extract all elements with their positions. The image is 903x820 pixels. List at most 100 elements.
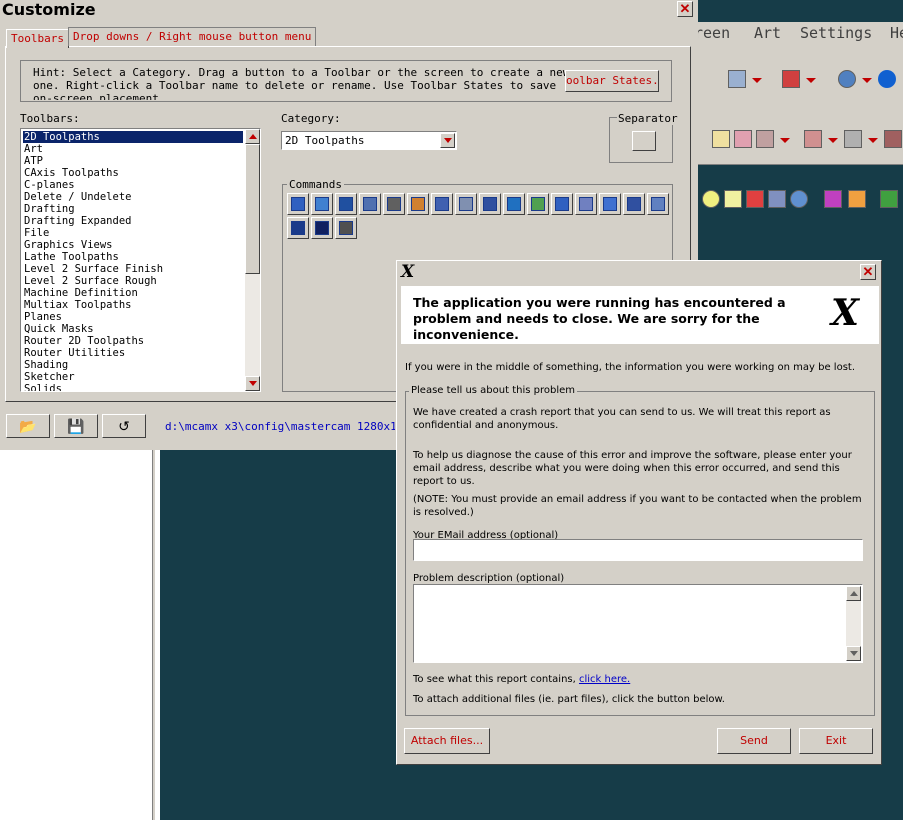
toolbar-list-item[interactable]: Sketcher bbox=[23, 371, 243, 383]
toolbars-list[interactable]: 2D Toolpaths Art ATP CAxis Toolpaths C-plane… bbox=[20, 128, 261, 392]
dropdown-arrow-icon[interactable] bbox=[828, 138, 838, 143]
slot-mill-icon bbox=[483, 197, 497, 211]
toolbars-list-scrollbar[interactable] bbox=[245, 129, 260, 391]
wireframe-icon[interactable] bbox=[844, 130, 862, 148]
scroll-down-button[interactable] bbox=[245, 376, 260, 391]
toolbar-list-item[interactable]: Router Utilities bbox=[23, 347, 243, 359]
eraser-icon[interactable] bbox=[756, 130, 774, 148]
dropdown-arrow-icon[interactable] bbox=[780, 138, 790, 143]
toolbar-list-item[interactable]: C-planes bbox=[23, 179, 243, 191]
panel-splitter[interactable] bbox=[152, 450, 155, 820]
helix-bore-icon bbox=[435, 197, 449, 211]
scroll-down-button[interactable] bbox=[846, 646, 861, 661]
toolbar-list-item[interactable]: Multiax Toolpaths bbox=[23, 299, 243, 311]
command-button[interactable] bbox=[431, 193, 453, 215]
toolbar-list-item[interactable]: Solids bbox=[23, 383, 243, 391]
command-button[interactable] bbox=[383, 193, 405, 215]
open-button[interactable]: 📂 bbox=[6, 414, 50, 438]
command-button[interactable] bbox=[335, 193, 357, 215]
toolbar-list-item[interactable]: Level 2 Surface Finish bbox=[23, 263, 243, 275]
customize-close-button[interactable]: ✕ bbox=[677, 1, 693, 17]
toolbar-states-button[interactable]: oolbar States... bbox=[565, 70, 659, 92]
problem-description-field[interactable] bbox=[413, 584, 863, 663]
toolbar-list-item[interactable]: Lathe Toolpaths bbox=[23, 251, 243, 263]
face-icon bbox=[363, 197, 377, 211]
exit-button[interactable]: Exit bbox=[799, 728, 873, 754]
save-button[interactable]: 💾 bbox=[54, 414, 98, 438]
email-field[interactable] bbox=[413, 539, 863, 561]
dropdown-arrow-icon[interactable] bbox=[868, 138, 878, 143]
crash-para1: We have created a crash report that you … bbox=[413, 407, 831, 431]
reset-button[interactable]: ↺ bbox=[102, 414, 146, 438]
command-button[interactable] bbox=[551, 193, 573, 215]
report-text: To see what this report contains, bbox=[413, 674, 579, 685]
background-toolbar-row bbox=[690, 104, 903, 208]
toolbar-list-item[interactable]: Quick Masks bbox=[23, 323, 243, 335]
command-button[interactable] bbox=[359, 193, 381, 215]
grid-icon[interactable] bbox=[746, 190, 764, 208]
toolbar-list-item[interactable]: 2D Toolpaths bbox=[23, 131, 243, 143]
command-button[interactable] bbox=[527, 193, 549, 215]
toolbar-list-item[interactable]: Shading bbox=[23, 359, 243, 371]
tab-drop-downs[interactable]: Drop downs / Right mouse button menu bbox=[68, 27, 317, 46]
command-button[interactable] bbox=[287, 193, 309, 215]
toolbar-list-item[interactable]: Graphics Views bbox=[23, 239, 243, 251]
color-squares-icon[interactable] bbox=[824, 190, 842, 208]
crash-close-button[interactable]: ✕ bbox=[860, 264, 876, 280]
globe-small-icon[interactable] bbox=[790, 190, 808, 208]
scroll-up-button[interactable] bbox=[245, 129, 260, 144]
color-blocks-icon[interactable] bbox=[848, 190, 866, 208]
attach-files-button[interactable]: Attach files... bbox=[404, 728, 490, 754]
shade-icon[interactable] bbox=[804, 130, 822, 148]
toolbar-list-item[interactable]: Drafting Expanded bbox=[23, 215, 243, 227]
tool-icon[interactable] bbox=[884, 130, 902, 148]
toolbar-list-item[interactable]: Level 2 Surface Rough bbox=[23, 275, 243, 287]
toolbar-list-item[interactable]: Router 2D Toolpaths bbox=[23, 335, 243, 347]
command-button[interactable] bbox=[287, 217, 309, 239]
tab-toolbars[interactable]: Toolbars bbox=[6, 29, 69, 48]
command-button[interactable] bbox=[599, 193, 621, 215]
chevron-down-icon[interactable] bbox=[440, 133, 455, 148]
toolbar-list-item[interactable]: ATP bbox=[23, 155, 243, 167]
toolbar-list-item[interactable]: Drafting bbox=[23, 203, 243, 215]
hint-text: Hint: Select a Category. Drag a button t… bbox=[33, 66, 570, 100]
menu-settings[interactable]: Settings bbox=[800, 24, 872, 42]
command-button[interactable] bbox=[311, 193, 333, 215]
toolbar-list-item[interactable]: Planes bbox=[23, 311, 243, 323]
command-button[interactable] bbox=[623, 193, 645, 215]
description-scrollbar[interactable] bbox=[846, 586, 861, 661]
circle-icon[interactable] bbox=[702, 190, 720, 208]
command-button[interactable] bbox=[575, 193, 597, 215]
toolbar-list-item[interactable]: Machine Definition bbox=[23, 287, 243, 299]
chamfer-icon bbox=[579, 197, 593, 211]
palette-icon[interactable] bbox=[880, 190, 898, 208]
command-button[interactable] bbox=[455, 193, 477, 215]
commands-label: Commands bbox=[287, 178, 344, 191]
click-here-link[interactable]: click here. bbox=[579, 674, 630, 685]
background-app-window: reen Art Settings He bbox=[690, 22, 903, 208]
attach-text: To attach additional files (ie. part fil… bbox=[413, 694, 725, 705]
toolbar-list-item[interactable]: Delete / Undelete bbox=[23, 191, 243, 203]
scroll-thumb[interactable] bbox=[245, 144, 260, 274]
command-button[interactable] bbox=[503, 193, 525, 215]
command-button[interactable] bbox=[335, 217, 357, 239]
toolbar-list-item[interactable]: Art bbox=[23, 143, 243, 155]
send-button[interactable]: Send bbox=[717, 728, 791, 754]
save-icon: 💾 bbox=[67, 418, 85, 434]
scroll-up-button[interactable] bbox=[846, 586, 861, 601]
network-icon[interactable] bbox=[768, 190, 786, 208]
category-select[interactable]: 2D Toolpaths bbox=[281, 131, 457, 150]
toolbar-list-item[interactable]: CAxis Toolpaths bbox=[23, 167, 243, 179]
line-icon[interactable] bbox=[724, 190, 742, 208]
command-button[interactable] bbox=[407, 193, 429, 215]
menu-help[interactable]: He bbox=[890, 24, 903, 42]
command-button[interactable] bbox=[479, 193, 501, 215]
arc-icon[interactable] bbox=[712, 130, 730, 148]
command-button[interactable] bbox=[647, 193, 669, 215]
menu-screen[interactable]: reen bbox=[694, 24, 730, 42]
pencil-icon[interactable] bbox=[734, 130, 752, 148]
command-button[interactable] bbox=[311, 217, 333, 239]
toolbar-list-item[interactable]: File bbox=[23, 227, 243, 239]
separator-button[interactable] bbox=[632, 131, 656, 151]
menu-art[interactable]: Art bbox=[754, 24, 781, 42]
